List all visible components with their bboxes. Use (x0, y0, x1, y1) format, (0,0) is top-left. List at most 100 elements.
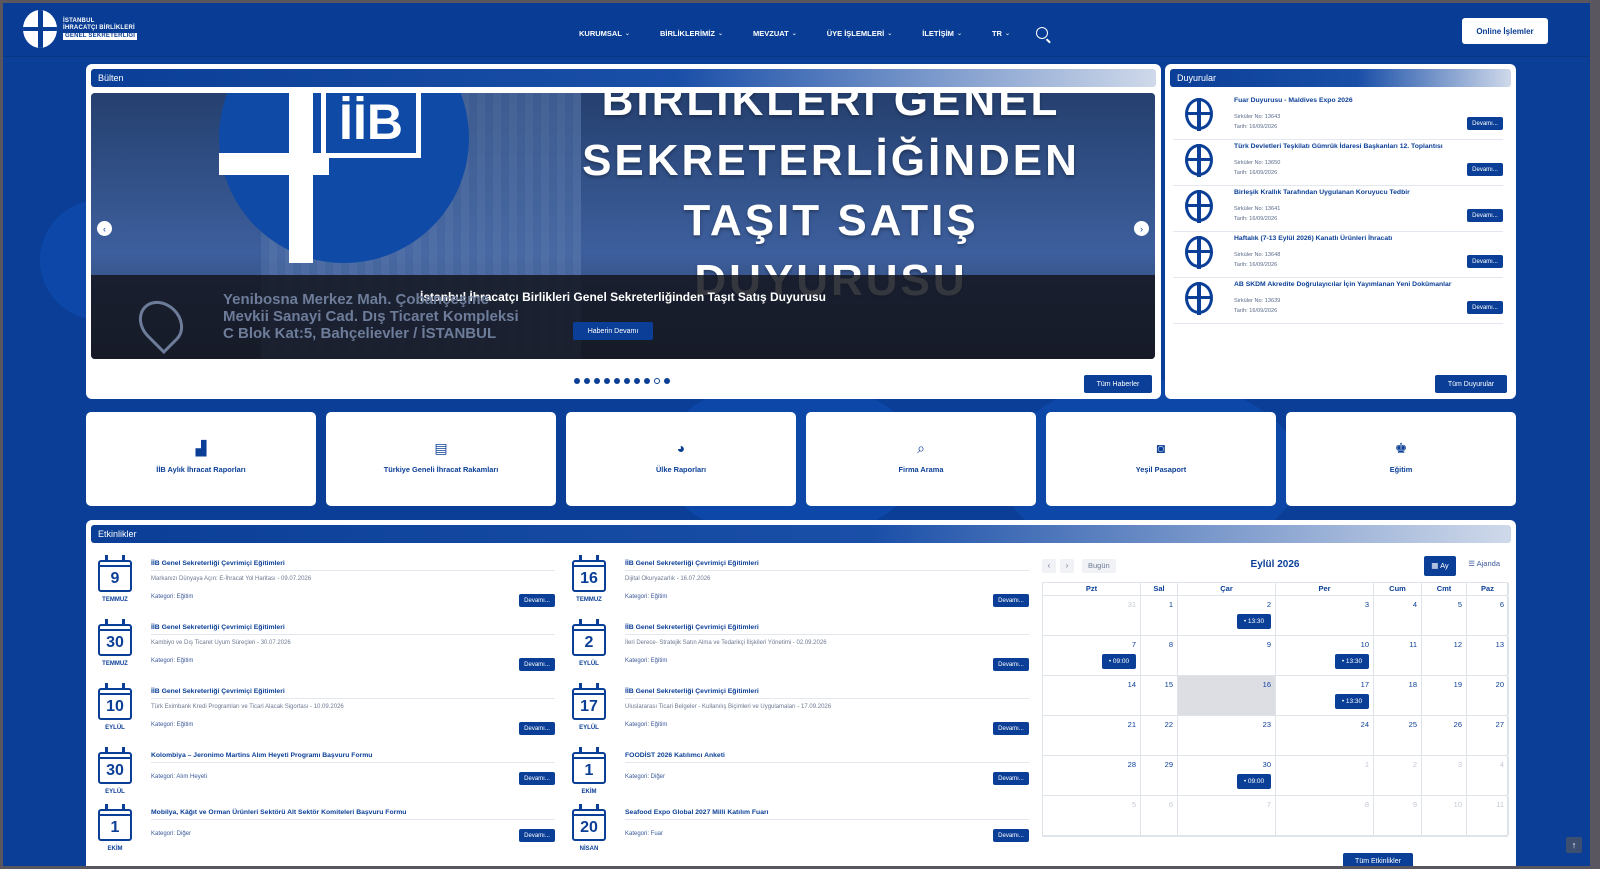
announcement-title[interactable]: AB SKDM Akredite Doğrulayıcılar İçin Yay… (1234, 281, 1451, 288)
event-title[interactable]: Kolombiya – Jeronimo Martins Alım Heyeti… (151, 752, 372, 759)
tum-etkinlikler-button[interactable]: Tüm Etkinlikler (1343, 853, 1413, 869)
tum-duyurular-button[interactable]: Tüm Duyurular (1435, 375, 1507, 393)
calendar-day-cell[interactable]: 11 (1374, 636, 1422, 675)
scroll-to-top-icon[interactable]: ↑ (1566, 837, 1582, 853)
announcement-title[interactable]: Türk Devletleri Teşkilatı Gümrük İdaresi… (1234, 143, 1443, 150)
slider-dot[interactable] (634, 378, 640, 384)
slider-dot[interactable] (604, 378, 610, 384)
event-title[interactable]: İİB Genel Sekreterliği Çevrimiçi Eğitiml… (625, 560, 759, 567)
calendar-day-cell[interactable]: 4 (1467, 756, 1509, 795)
calendar-day-cell[interactable]: 24 (1276, 716, 1374, 755)
nav-birliklerimiz[interactable]: BİRLİKLERİMİZ ⌄ (660, 29, 723, 38)
slider-dot[interactable] (614, 378, 620, 384)
calendar-day-cell[interactable]: 5 (1422, 596, 1467, 635)
search-icon[interactable] (1036, 27, 1048, 39)
calendar-day-cell[interactable]: 27 (1467, 716, 1509, 755)
event-title[interactable]: İİB Genel Sekreterliği Çevrimiçi Eğitiml… (151, 624, 285, 631)
announcement-title[interactable]: Fuar Duyurusu - Maldives Expo 2026 (1234, 97, 1353, 104)
devami-button[interactable]: Devamı... (1467, 301, 1503, 314)
slider-next-arrow-icon[interactable]: › (1134, 221, 1149, 236)
scrollbar-thumb[interactable] (1591, 210, 1595, 730)
nav-uye-islemleri[interactable]: ÜYE İŞLEMLERİ ⌄ (827, 29, 893, 38)
tum-haberler-button[interactable]: Tüm Haberler (1084, 375, 1152, 393)
devami-button[interactable]: Devamı... (993, 829, 1029, 842)
calendar-day-cell[interactable]: 1 (1276, 756, 1374, 795)
calendar-day-cell[interactable]: 6 (1467, 596, 1509, 635)
devami-button[interactable]: Devamı... (519, 829, 555, 842)
devami-button[interactable]: Devamı... (993, 658, 1029, 671)
haberin-devami-button[interactable]: Haberin Devamı (573, 322, 653, 340)
quick-link-tile[interactable]: ⌕ Firma Arama (806, 412, 1036, 506)
nav-kurumsal[interactable]: KURUMSAL ⌄ (579, 29, 630, 38)
devami-button[interactable]: Devamı... (519, 772, 555, 785)
calendar-month-view-button[interactable]: ▦ Ay (1424, 556, 1456, 576)
calendar-day-cell[interactable]: 5 (1043, 796, 1141, 835)
quick-link-tile[interactable]: ◕ Ülke Raporları (566, 412, 796, 506)
calendar-event[interactable]: • 13:30 (1237, 614, 1271, 629)
devami-button[interactable]: Devamı... (519, 722, 555, 735)
event-title[interactable]: İİB Genel Sekreterliği Çevrimiçi Eğitiml… (625, 624, 759, 631)
devami-button[interactable]: Devamı... (519, 658, 555, 671)
language-selector[interactable]: TR ⌄ (992, 29, 1010, 38)
calendar-day-cell[interactable]: 9 (1374, 796, 1422, 835)
event-title[interactable]: İİB Genel Sekreterliği Çevrimiçi Eğitiml… (151, 560, 285, 567)
calendar-agenda-view-button[interactable]: ☰ Ajanda (1468, 559, 1500, 568)
devami-button[interactable]: Devamı... (1467, 255, 1503, 268)
calendar-day-cell[interactable]: 11 (1467, 796, 1509, 835)
quick-link-tile[interactable]: ▤ Türkiye Geneli İhracat Rakamları (326, 412, 556, 506)
calendar-day-cell[interactable]: 30 • 09:00 (1178, 756, 1276, 795)
calendar-day-cell[interactable]: 7 • 09:00 (1043, 636, 1141, 675)
announcement-title[interactable]: Birleşik Krallık Tarafından Uygulanan Ko… (1234, 189, 1410, 196)
calendar-day-cell[interactable]: 8 (1141, 636, 1178, 675)
calendar-day-cell[interactable]: 25 (1374, 716, 1422, 755)
calendar-day-cell[interactable]: 14 (1043, 676, 1141, 715)
slider-dot[interactable] (584, 378, 590, 384)
calendar-day-cell[interactable]: 15 (1141, 676, 1178, 715)
calendar-event[interactable]: • 09:00 (1237, 774, 1271, 789)
calendar-day-cell[interactable]: 10 • 13:30 (1276, 636, 1374, 675)
calendar-day-cell[interactable]: 4 (1374, 596, 1422, 635)
calendar-day-cell[interactable]: 20 (1467, 676, 1509, 715)
calendar-day-cell[interactable]: 23 (1178, 716, 1276, 755)
calendar-day-cell[interactable]: 3 (1276, 596, 1374, 635)
devami-button[interactable]: Devamı... (993, 594, 1029, 607)
calendar-day-cell[interactable]: 18 (1374, 676, 1422, 715)
calendar-event[interactable]: • 13:30 (1335, 654, 1369, 669)
announcement-title[interactable]: Haftalık (7-13 Eylül 2026) Kanatlı Ürünl… (1234, 235, 1392, 242)
devami-button[interactable]: Devamı... (1467, 163, 1503, 176)
calendar-event[interactable]: • 13:30 (1335, 694, 1369, 709)
calendar-day-cell[interactable]: 10 (1422, 796, 1467, 835)
slider-dot[interactable] (624, 378, 630, 384)
event-title[interactable]: İİB Genel Sekreterliği Çevrimiçi Eğitiml… (151, 688, 285, 695)
news-slider[interactable]: İİB BİRLİKLERİ GENEL SEKRETERLİĞİNDEN TA… (91, 93, 1155, 359)
calendar-day-cell[interactable]: 16 (1178, 676, 1276, 715)
slider-prev-arrow-icon[interactable]: ‹ (97, 221, 112, 236)
devami-button[interactable]: Devamı... (519, 594, 555, 607)
event-title[interactable]: Seafood Expo Global 2027 Milli Katılım F… (625, 809, 769, 816)
nav-mevzuat[interactable]: MEVZUAT ⌄ (753, 29, 797, 38)
calendar-day-cell[interactable]: 1 (1141, 596, 1178, 635)
quick-link-tile[interactable]: ♚ Eğitim (1286, 412, 1516, 506)
calendar-day-cell[interactable]: 9 (1178, 636, 1276, 675)
devami-button[interactable]: Devamı... (993, 772, 1029, 785)
calendar-day-cell[interactable]: 2 (1374, 756, 1422, 795)
devami-button[interactable]: Devamı... (993, 722, 1029, 735)
nav-iletisim[interactable]: İLETİŞİM ⌄ (922, 29, 962, 38)
calendar-day-cell[interactable]: 31 (1043, 596, 1141, 635)
event-title[interactable]: FOODİST 2026 Katılımcı Anketi (625, 752, 725, 759)
slider-dot[interactable] (664, 378, 670, 384)
calendar-day-cell[interactable]: 29 (1141, 756, 1178, 795)
calendar-day-cell[interactable]: 17 • 13:30 (1276, 676, 1374, 715)
calendar-day-cell[interactable]: 13 (1467, 636, 1509, 675)
calendar-event[interactable]: • 09:00 (1102, 654, 1136, 669)
slider-dot[interactable] (594, 378, 600, 384)
calendar-day-cell[interactable]: 26 (1422, 716, 1467, 755)
calendar-day-cell[interactable]: 22 (1141, 716, 1178, 755)
online-islemler-button[interactable]: Online İşlemler (1462, 18, 1548, 44)
calendar-day-cell[interactable]: 19 (1422, 676, 1467, 715)
quick-link-tile[interactable]: ◙ Yeşil Pasaport (1046, 412, 1276, 506)
quick-link-tile[interactable]: ▟ İİB Aylık İhracat Raporları (86, 412, 316, 506)
calendar-day-cell[interactable]: 28 (1043, 756, 1141, 795)
slider-dot[interactable] (574, 378, 580, 384)
calendar-day-cell[interactable]: 7 (1178, 796, 1276, 835)
